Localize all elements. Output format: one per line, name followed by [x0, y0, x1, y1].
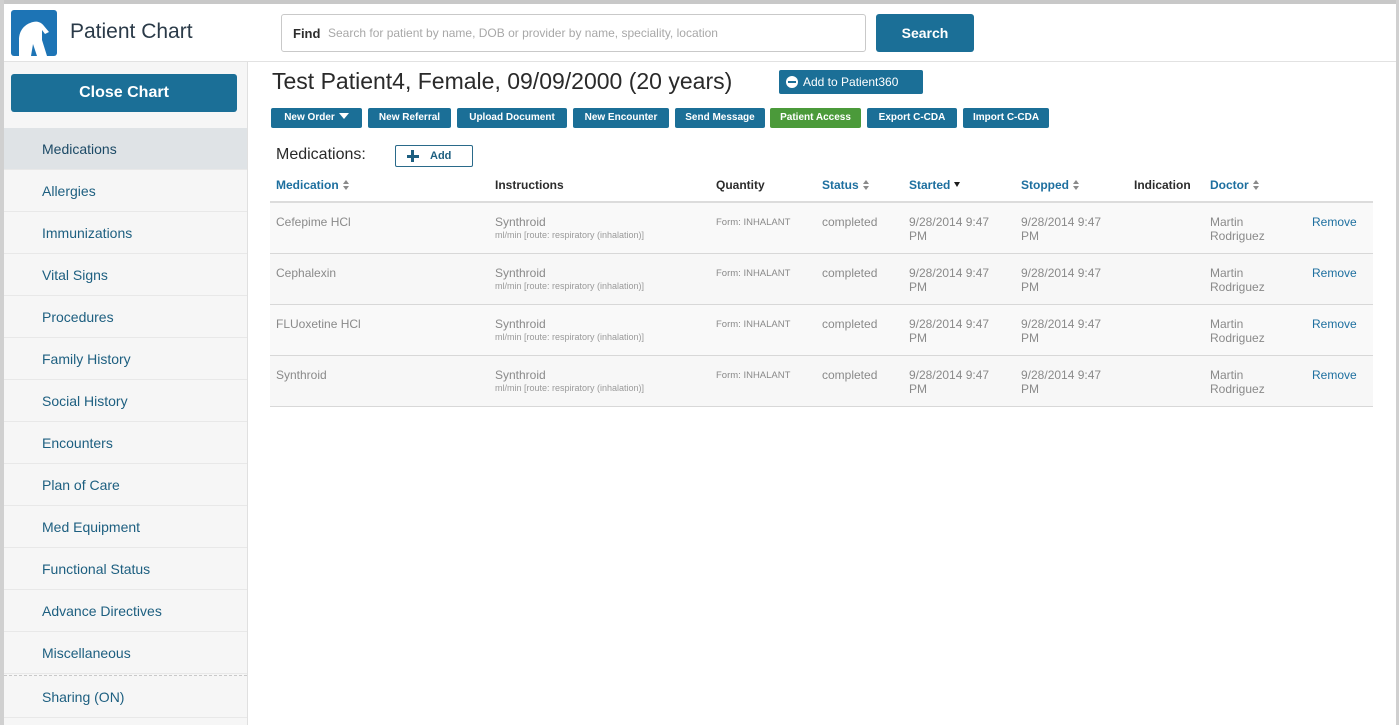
table-row: Synthroid Synthroid ml/min [route: respir…	[270, 356, 1373, 407]
sidebar-item-med-equipment[interactable]: Med Equipment	[4, 506, 247, 548]
stopped-cell: 9/28/2014 9:47 PM	[1021, 266, 1102, 294]
medications-table: Medication Instructions Quantity Status …	[270, 168, 1373, 407]
minus-circle-icon	[786, 76, 798, 88]
started-cell: 9/28/2014 9:47 PM	[909, 368, 990, 396]
sidebar-item-miscellaneous[interactable]: Miscellaneous	[4, 632, 247, 674]
sidebar-nav: Medications Allergies Immunizations Vita…	[4, 128, 247, 718]
table-body: Cefepime HCl Synthroid ml/min [route: res…	[270, 203, 1373, 407]
quantity-cell: Form: INHALANT	[716, 217, 791, 228]
import-ccda-button[interactable]: Import C-CDA	[963, 108, 1049, 128]
upload-document-button[interactable]: Upload Document	[457, 108, 567, 128]
col-indication-header: Indication	[1134, 178, 1191, 192]
new-encounter-button[interactable]: New Encounter	[573, 108, 669, 128]
add-medication-button[interactable]: Add	[395, 145, 473, 167]
sidebar-item-functional-status[interactable]: Functional Status	[4, 548, 247, 590]
find-label: Find	[293, 26, 321, 41]
medication-cell: Cephalexin	[276, 266, 337, 280]
col-quantity-header: Quantity	[716, 178, 765, 192]
status-cell: completed	[822, 215, 878, 229]
started-cell: 9/28/2014 9:47 PM	[909, 266, 990, 294]
main-content: Test Patient4, Female, 09/09/2000 (20 ye…	[268, 62, 1378, 712]
sidebar: Close Chart Medications Allergies Immuni…	[4, 62, 248, 725]
remove-link[interactable]: Remove	[1312, 266, 1357, 280]
new-order-button[interactable]: New Order	[271, 108, 362, 128]
status-cell: completed	[822, 368, 878, 382]
table-row: FLUoxetine HCl Synthroid ml/min [route: r…	[270, 305, 1373, 356]
sidebar-item-advance-directives[interactable]: Advance Directives	[4, 590, 247, 632]
status-cell: completed	[822, 317, 878, 331]
table-row: Cephalexin Synthroid ml/min [route: respi…	[270, 254, 1373, 305]
sidebar-item-plan-of-care[interactable]: Plan of Care	[4, 464, 247, 506]
sidebar-item-sharing[interactable]: Sharing (ON)	[4, 676, 247, 718]
sort-icon	[1252, 180, 1259, 190]
instructions-cell: Synthroid ml/min [route: respiratory (inh…	[495, 215, 645, 240]
sort-icon	[342, 180, 349, 190]
quantity-cell: Form: INHALANT	[716, 268, 791, 279]
status-cell: completed	[822, 266, 878, 280]
col-stopped-header[interactable]: Stopped	[1021, 178, 1079, 192]
remove-link[interactable]: Remove	[1312, 215, 1357, 229]
col-instructions-header: Instructions	[495, 178, 564, 192]
new-referral-button[interactable]: New Referral	[368, 108, 451, 128]
doctor-cell: Martin Rodriguez	[1210, 215, 1265, 243]
col-doctor-header[interactable]: Doctor	[1210, 178, 1259, 192]
quantity-cell: Form: INHALANT	[716, 370, 791, 381]
col-status-header[interactable]: Status	[822, 178, 869, 192]
sidebar-item-social-history[interactable]: Social History	[4, 380, 247, 422]
remove-link[interactable]: Remove	[1312, 317, 1357, 331]
sidebar-item-procedures[interactable]: Procedures	[4, 296, 247, 338]
add-to-patient360-button[interactable]: Add to Patient360	[779, 70, 923, 94]
sidebar-item-allergies[interactable]: Allergies	[4, 170, 247, 212]
export-ccda-button[interactable]: Export C-CDA	[867, 108, 957, 128]
stopped-cell: 9/28/2014 9:47 PM	[1021, 215, 1102, 243]
sidebar-item-medications[interactable]: Medications	[4, 128, 247, 170]
sort-icon	[862, 180, 869, 190]
caret-down-icon	[338, 113, 349, 119]
find-box[interactable]: Find	[281, 14, 866, 52]
started-cell: 9/28/2014 9:47 PM	[909, 215, 990, 243]
remove-link[interactable]: Remove	[1312, 368, 1357, 382]
medications-section-label: Medications:	[276, 146, 366, 163]
instructions-cell: Synthroid ml/min [route: respiratory (inh…	[495, 317, 645, 342]
sidebar-item-immunizations[interactable]: Immunizations	[4, 212, 247, 254]
medication-cell: Synthroid	[276, 368, 327, 382]
app-header: Patient Chart Find Search	[4, 4, 1396, 62]
close-chart-button[interactable]: Close Chart	[11, 74, 237, 112]
search-input[interactable]	[328, 21, 858, 45]
medication-cell: FLUoxetine HCl	[276, 317, 361, 331]
doctor-cell: Martin Rodriguez	[1210, 317, 1265, 345]
patient-access-button[interactable]: Patient Access	[770, 108, 861, 128]
app-logo-icon	[11, 10, 57, 56]
app-title: Patient Chart	[70, 20, 193, 43]
stopped-cell: 9/28/2014 9:47 PM	[1021, 368, 1102, 396]
page-title: Test Patient4, Female, 09/09/2000 (20 ye…	[272, 68, 733, 94]
medication-cell: Cefepime HCl	[276, 215, 351, 229]
sort-desc-icon	[954, 182, 961, 187]
send-message-button[interactable]: Send Message	[675, 108, 765, 128]
stopped-cell: 9/28/2014 9:47 PM	[1021, 317, 1102, 345]
new-order-label: New Order	[284, 112, 335, 123]
sidebar-item-vital-signs[interactable]: Vital Signs	[4, 254, 247, 296]
instructions-cell: Synthroid ml/min [route: respiratory (inh…	[495, 368, 645, 393]
sidebar-item-encounters[interactable]: Encounters	[4, 422, 247, 464]
quantity-cell: Form: INHALANT	[716, 319, 791, 330]
instructions-cell: Synthroid ml/min [route: respiratory (inh…	[495, 266, 645, 291]
sort-icon	[1073, 180, 1079, 190]
table-row: Cefepime HCl Synthroid ml/min [route: res…	[270, 203, 1373, 254]
started-cell: 9/28/2014 9:47 PM	[909, 317, 990, 345]
sidebar-item-family-history[interactable]: Family History	[4, 338, 247, 380]
doctor-cell: Martin Rodriguez	[1210, 266, 1265, 294]
search-button[interactable]: Search	[876, 14, 974, 52]
table-header: Medication Instructions Quantity Status …	[270, 168, 1373, 203]
add-to-patient360-label: Add to Patient360	[803, 75, 899, 89]
doctor-cell: Martin Rodriguez	[1210, 368, 1265, 396]
col-medication-header[interactable]: Medication	[276, 178, 349, 192]
col-started-header[interactable]: Started	[909, 178, 961, 192]
add-label: Add	[430, 150, 452, 162]
